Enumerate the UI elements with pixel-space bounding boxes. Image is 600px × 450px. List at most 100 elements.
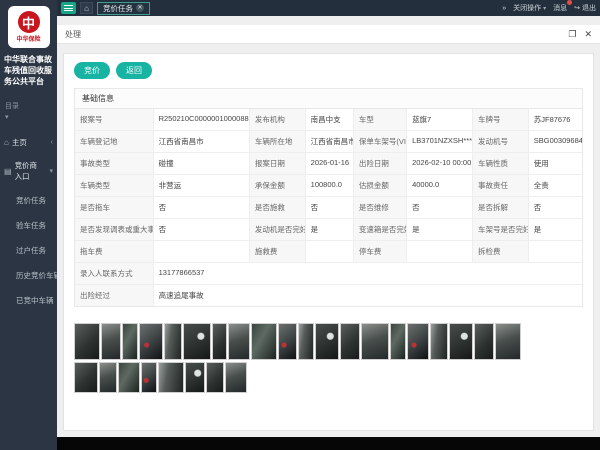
tab-scroll-right-icon[interactable]: » xyxy=(502,5,506,12)
field-label: 事故类型 xyxy=(75,153,154,174)
field-label: 估损金额 xyxy=(354,175,407,196)
close-operations-dropdown[interactable]: 关闭操作 ▾ xyxy=(513,3,546,13)
field-value: 否 xyxy=(154,219,250,240)
bid-button[interactable]: 竞价 xyxy=(74,62,110,79)
form-row: 车辆类型非营运承保金额100800.0估损金额40000.0事故责任全责 xyxy=(75,175,582,197)
logout-icon: ↪ xyxy=(574,4,580,12)
vehicle-photos xyxy=(74,323,583,393)
photo-row-2 xyxy=(74,362,583,393)
sidebar-subitem-4[interactable]: 已竞中车辆 xyxy=(0,288,57,313)
vehicle-photo-thumbnail[interactable] xyxy=(164,323,182,360)
vehicle-photo-thumbnail[interactable] xyxy=(118,362,140,393)
vehicle-photo-thumbnail[interactable] xyxy=(212,323,227,360)
sidebar-group-bidder-entrance[interactable]: ▤ 竞价商入口 ▾ xyxy=(0,154,57,188)
basic-info-table: 报案号R250210C00000010000881213发布机构南昌中支车型蓝旗… xyxy=(75,109,582,306)
field-value: 江西省南昌市 xyxy=(154,131,250,152)
sidebar-submenu: 竞价任务验车任务过户任务历史竞价车辆已竞中车辆 xyxy=(0,188,57,313)
field-label: 车辆所在地 xyxy=(250,131,306,152)
field-value: SBG00309684 xyxy=(529,131,582,152)
vehicle-photo-thumbnail[interactable] xyxy=(185,362,205,393)
field-label: 事故责任 xyxy=(473,175,529,196)
field-label: 变速箱是否完好 xyxy=(354,219,407,240)
vehicle-photo-thumbnail[interactable] xyxy=(361,323,389,360)
vehicle-photo-thumbnail[interactable] xyxy=(251,323,277,360)
field-label: 施救费 xyxy=(250,241,306,262)
vehicle-photo-thumbnail[interactable] xyxy=(139,323,163,360)
field-value: 否 xyxy=(154,197,250,218)
vehicle-photo-thumbnail[interactable] xyxy=(278,323,297,360)
bottom-bar xyxy=(57,437,600,450)
home-tab[interactable]: ⌂ xyxy=(80,2,93,14)
sidebar-subitem-0[interactable]: 竞价任务 xyxy=(0,188,57,213)
vehicle-photo-thumbnail[interactable] xyxy=(298,323,314,360)
field-label: 出险日期 xyxy=(354,153,407,174)
field-value: 是 xyxy=(529,219,582,240)
field-label: 车牌号 xyxy=(473,109,529,130)
vehicle-photo-thumbnail[interactable] xyxy=(99,362,117,393)
vehicle-photo-thumbnail[interactable] xyxy=(183,323,211,360)
tab-close-icon[interactable]: ✕ xyxy=(136,4,144,12)
vehicle-photo-thumbnail[interactable] xyxy=(228,323,250,360)
vehicle-photo-thumbnail[interactable] xyxy=(206,362,224,393)
sidebar-subitem-1[interactable]: 验车任务 xyxy=(0,213,57,238)
form-row: 事故类型碰撞报案日期2026-01-16出险日期2026-02-10 00:00… xyxy=(75,153,582,175)
field-value: 是 xyxy=(407,219,473,240)
field-label: 报案号 xyxy=(75,109,154,130)
app-window: 中 中华保险 中华联合事故车残值回收服务公共平台 目录 ▾ ⌂ 主页 ‹ ▤ 竞… xyxy=(0,0,600,450)
close-icon[interactable]: ✕ xyxy=(584,29,592,40)
field-label: 停车费 xyxy=(354,241,407,262)
tab-label: 竞价任务 xyxy=(103,3,133,14)
field-value xyxy=(407,241,473,262)
menu-section-label: 目录 xyxy=(0,87,57,111)
field-label: 发动机号 xyxy=(473,131,529,152)
messages-label: 消息 xyxy=(553,3,567,13)
sidebar-subitem-3[interactable]: 历史竞价车辆 xyxy=(0,263,57,288)
vehicle-photo-thumbnail[interactable] xyxy=(474,323,494,360)
vehicle-photo-thumbnail[interactable] xyxy=(407,323,429,360)
vehicle-photo-thumbnail[interactable] xyxy=(340,323,360,360)
field-label: 是否发现调表或重大事故痕迹 xyxy=(75,219,154,240)
form-row: 是否拖车否是否施救否是否维修否是否拆解否 xyxy=(75,197,582,219)
field-label: 是否拆解 xyxy=(473,197,529,218)
copy-icon[interactable]: ❐ xyxy=(568,29,576,40)
logout-button[interactable]: ↪ 退出 xyxy=(574,3,596,13)
messages-button[interactable]: 消息 xyxy=(553,3,567,13)
section-title: 基础信息 xyxy=(75,89,582,109)
vehicle-photo-thumbnail[interactable] xyxy=(74,362,98,393)
field-value: R250210C00000010000881213 xyxy=(154,109,250,130)
sidebar-subitem-2[interactable]: 过户任务 xyxy=(0,238,57,263)
menu-caret-icon[interactable]: ▾ xyxy=(0,111,57,121)
top-tab-bar: ⌂ 竞价任务 ✕ » 关闭操作 ▾ 消息 ↪ 退出 xyxy=(57,0,600,16)
vehicle-photo-thumbnail[interactable] xyxy=(141,362,157,393)
field-value: 南昌中支 xyxy=(306,109,354,130)
sidebar-group-label: 竞价商入口 xyxy=(15,160,44,182)
vehicle-photo-thumbnail[interactable] xyxy=(158,362,184,393)
hamburger-menu-button[interactable] xyxy=(61,2,76,14)
back-button[interactable]: 返回 xyxy=(116,62,152,79)
vehicle-photo-thumbnail[interactable] xyxy=(122,323,138,360)
vehicle-photo-thumbnail[interactable] xyxy=(74,323,100,360)
field-label: 车辆登记地 xyxy=(75,131,154,152)
action-buttons: 竞价 返回 xyxy=(74,62,583,79)
field-value: 蓝旗7 xyxy=(407,109,473,130)
field-value: 否 xyxy=(529,197,582,218)
field-value: 2026-02-10 00:00:00 xyxy=(407,153,473,174)
tab-bidding-task[interactable]: 竞价任务 ✕ xyxy=(97,2,150,15)
vehicle-photo-thumbnail[interactable] xyxy=(390,323,406,360)
sidebar-item-home[interactable]: ⌂ 主页 ‹ xyxy=(0,131,57,154)
vehicle-photo-thumbnail[interactable] xyxy=(430,323,448,360)
vehicle-photo-thumbnail[interactable] xyxy=(225,362,247,393)
collapse-icon[interactable]: ‹ xyxy=(51,139,53,146)
vehicle-photo-thumbnail[interactable] xyxy=(449,323,473,360)
field-label: 发动机是否完好 xyxy=(250,219,306,240)
storefront-icon: ▤ xyxy=(4,167,12,176)
form-row: 是否发现调表或重大事故痕迹否发动机是否完好是变速箱是否完好是车架号是否完好是 xyxy=(75,219,582,241)
vehicle-photo-thumbnail[interactable] xyxy=(315,323,339,360)
field-label: 是否维修 xyxy=(354,197,407,218)
vehicle-photo-thumbnail[interactable] xyxy=(495,323,521,360)
field-value: 苏JF87676 xyxy=(529,109,582,130)
field-label: 保单车架号(VIN码) xyxy=(354,131,407,152)
home-icon: ⌂ xyxy=(4,138,9,147)
vehicle-photo-thumbnail[interactable] xyxy=(101,323,121,360)
field-value: 碰撞 xyxy=(154,153,250,174)
